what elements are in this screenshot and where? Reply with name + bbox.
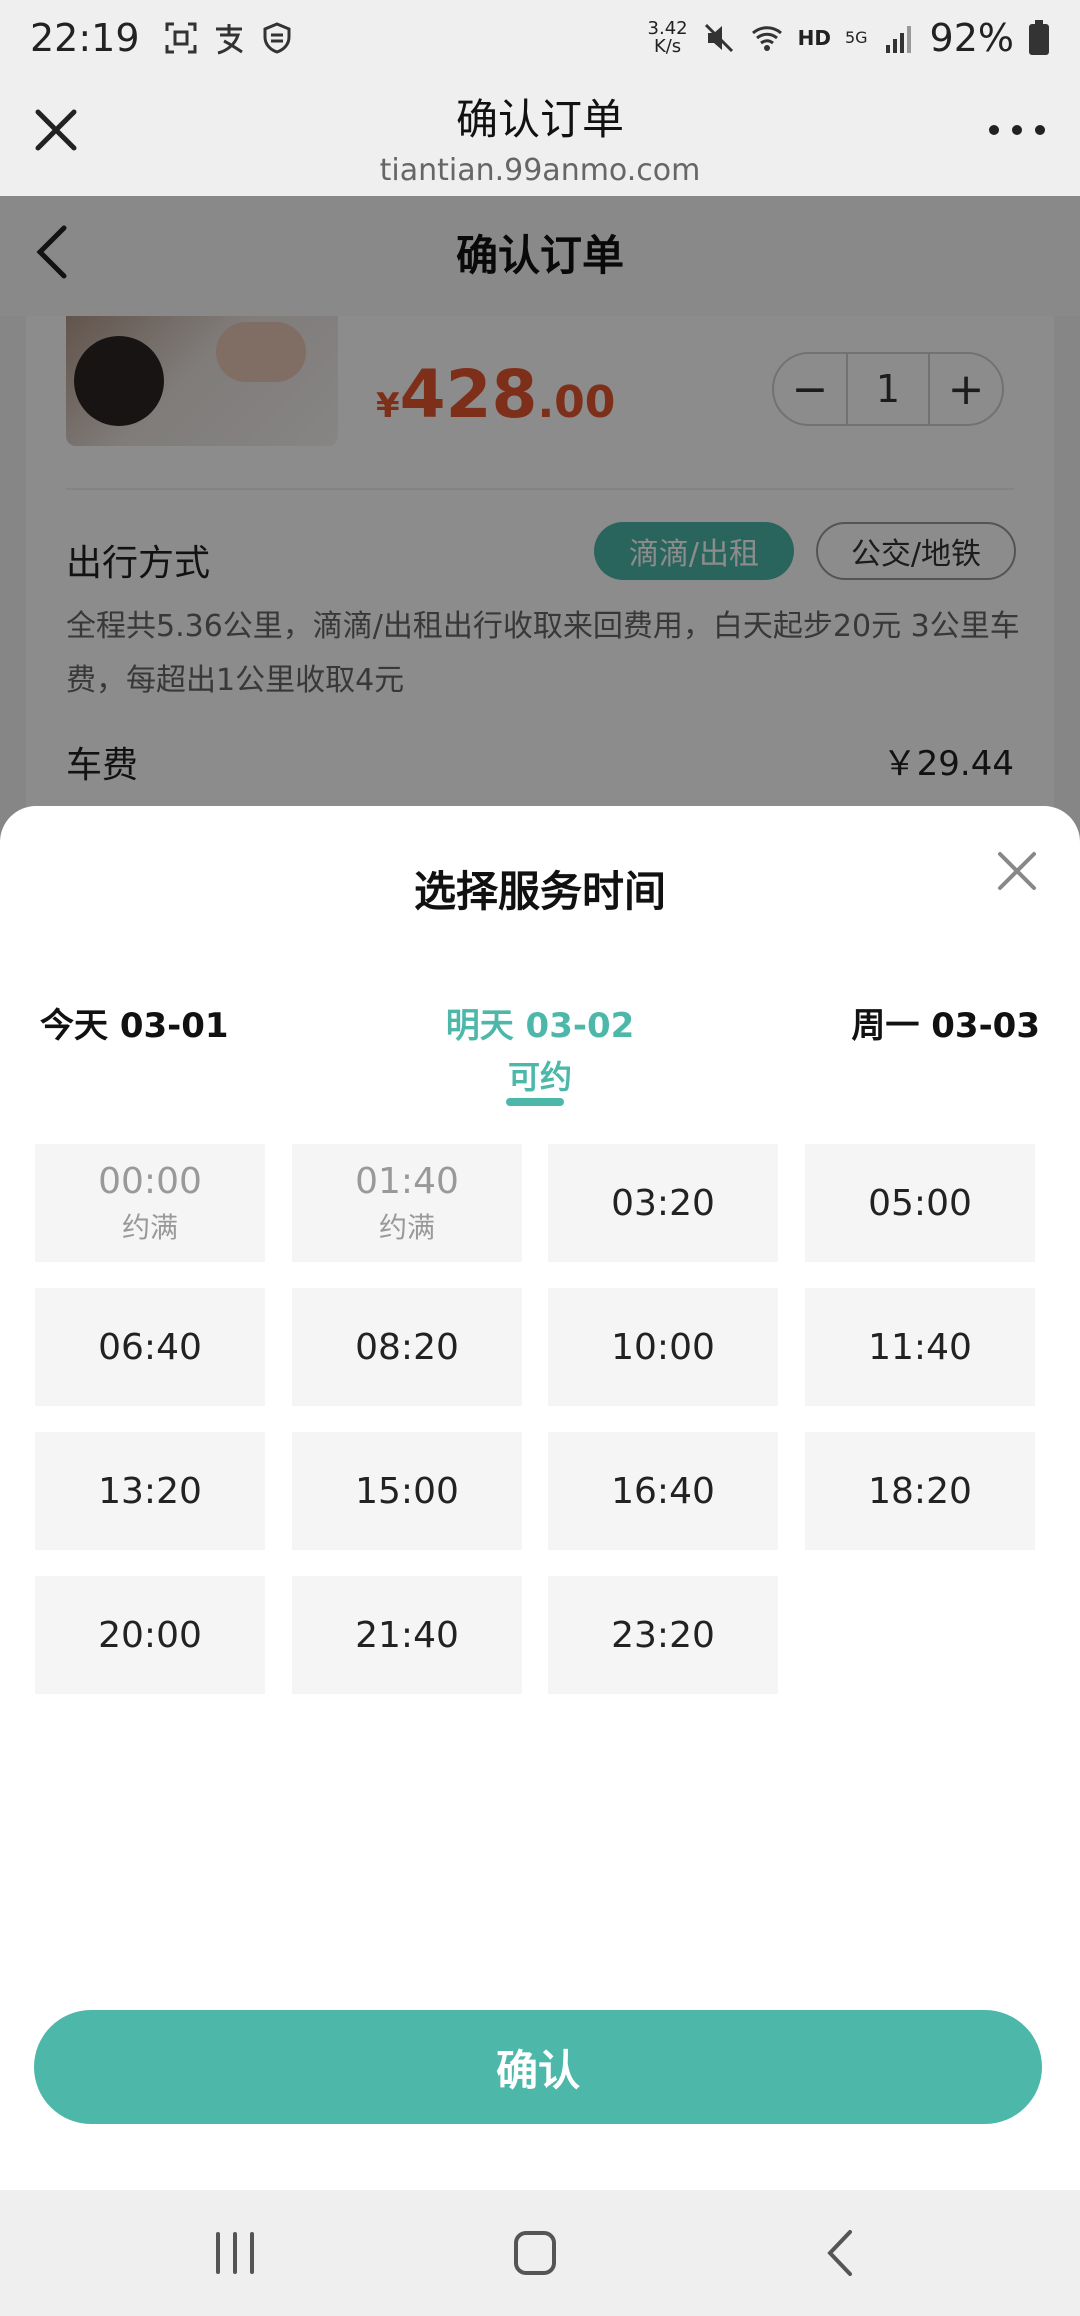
active-tab-indicator (506, 1098, 564, 1106)
slot-time: 15:00 (355, 1470, 459, 1512)
slot-time: 13:20 (98, 1470, 202, 1512)
screen-capture-icon (165, 22, 197, 54)
slot-time: 06:40 (98, 1326, 202, 1368)
time-slot[interactable]: 21:40 (292, 1576, 522, 1694)
5g-badge: 5G (844, 28, 868, 47)
back-icon[interactable] (806, 2220, 876, 2286)
confirm-button[interactable]: 确认 (34, 2010, 1042, 2124)
recent-apps-icon[interactable] (200, 2220, 270, 2286)
status-right: 3.42 K/s HD 5G 92% (648, 16, 1050, 60)
slot-time: 20:00 (98, 1614, 202, 1656)
time-slot[interactable]: 05:00 (805, 1144, 1035, 1262)
close-icon[interactable] (28, 102, 84, 158)
net-speed: 3.42 K/s (648, 20, 688, 56)
time-slot[interactable]: 06:40 (35, 1288, 265, 1406)
time-slot[interactable]: 18:20 (805, 1432, 1035, 1550)
webview-title: 确认订单 (455, 95, 624, 144)
slot-time: 08:20 (355, 1326, 459, 1368)
slot-time: 21:40 (355, 1614, 459, 1656)
slot-time: 16:40 (611, 1470, 715, 1512)
time-slot[interactable]: 23:20 (548, 1576, 778, 1694)
slot-time: 05:00 (868, 1182, 972, 1224)
slot-status: 约满 (378, 1210, 435, 1244)
net-speed-unit: K/s (653, 36, 682, 57)
time-slot[interactable]: 10:00 (548, 1288, 778, 1406)
hd-badge: HD (797, 26, 831, 50)
time-slot[interactable]: 01:40 约满 (292, 1144, 522, 1262)
more-options-icon[interactable] (982, 102, 1052, 158)
webview-url: tiantian.99anmo.com (379, 153, 701, 188)
battery-percent: 92% (929, 16, 1014, 60)
time-slot[interactable]: 20:00 (35, 1576, 265, 1694)
day-tab-monday[interactable]: 周一 03-03 (780, 998, 1040, 1047)
slot-time: 01:40 (355, 1160, 459, 1202)
shield-icon (263, 22, 291, 54)
slot-status: 约满 (121, 1210, 178, 1244)
day-tab-tomorrow-status: 可约 (507, 1058, 572, 1096)
slot-time: 23:20 (611, 1614, 715, 1656)
time-slot[interactable]: 00:00 约满 (35, 1144, 265, 1262)
time-slot[interactable]: 11:40 (805, 1288, 1035, 1406)
slot-time: 11:40 (868, 1326, 972, 1368)
day-tab-today[interactable]: 今天 03-01 (40, 998, 240, 1047)
time-slot[interactable]: 08:20 (292, 1288, 522, 1406)
home-icon[interactable] (500, 2220, 570, 2286)
slot-time: 03:20 (611, 1182, 715, 1224)
wifi-icon (751, 26, 782, 51)
signal-icon (885, 26, 911, 53)
webview-title-bar: 确认订单 tiantian.99anmo.com (0, 76, 1080, 196)
mute-icon (704, 23, 733, 53)
status-time: 22:19 (30, 16, 140, 60)
screen: 22:19 3.42 K/s HD 5G 92% 确认订单 tiantian.9… (0, 0, 1080, 2316)
slot-time: 00:00 (98, 1160, 202, 1202)
system-nav-bar (0, 2190, 1080, 2316)
slot-time: 10:00 (611, 1326, 715, 1368)
time-picker-sheet: 选择服务时间 今天 03-01 明天 03-02 可约 周一 03-03 00:… (0, 806, 1080, 2190)
time-slot[interactable]: 16:40 (548, 1432, 778, 1550)
sheet-title: 选择服务时间 (413, 867, 666, 916)
day-tab-tomorrow[interactable]: 明天 03-02 (390, 998, 690, 1047)
status-bar: 22:19 3.42 K/s HD 5G 92% (0, 0, 1080, 76)
alipay-icon (215, 24, 243, 55)
time-slot[interactable]: 03:20 (548, 1144, 778, 1262)
time-slot[interactable]: 13:20 (35, 1432, 265, 1550)
time-slot[interactable]: 15:00 (292, 1432, 522, 1550)
status-left-icons (164, 21, 294, 55)
sheet-close-icon[interactable] (990, 844, 1044, 898)
battery-icon (1029, 20, 1049, 55)
slot-time: 18:20 (868, 1470, 972, 1512)
